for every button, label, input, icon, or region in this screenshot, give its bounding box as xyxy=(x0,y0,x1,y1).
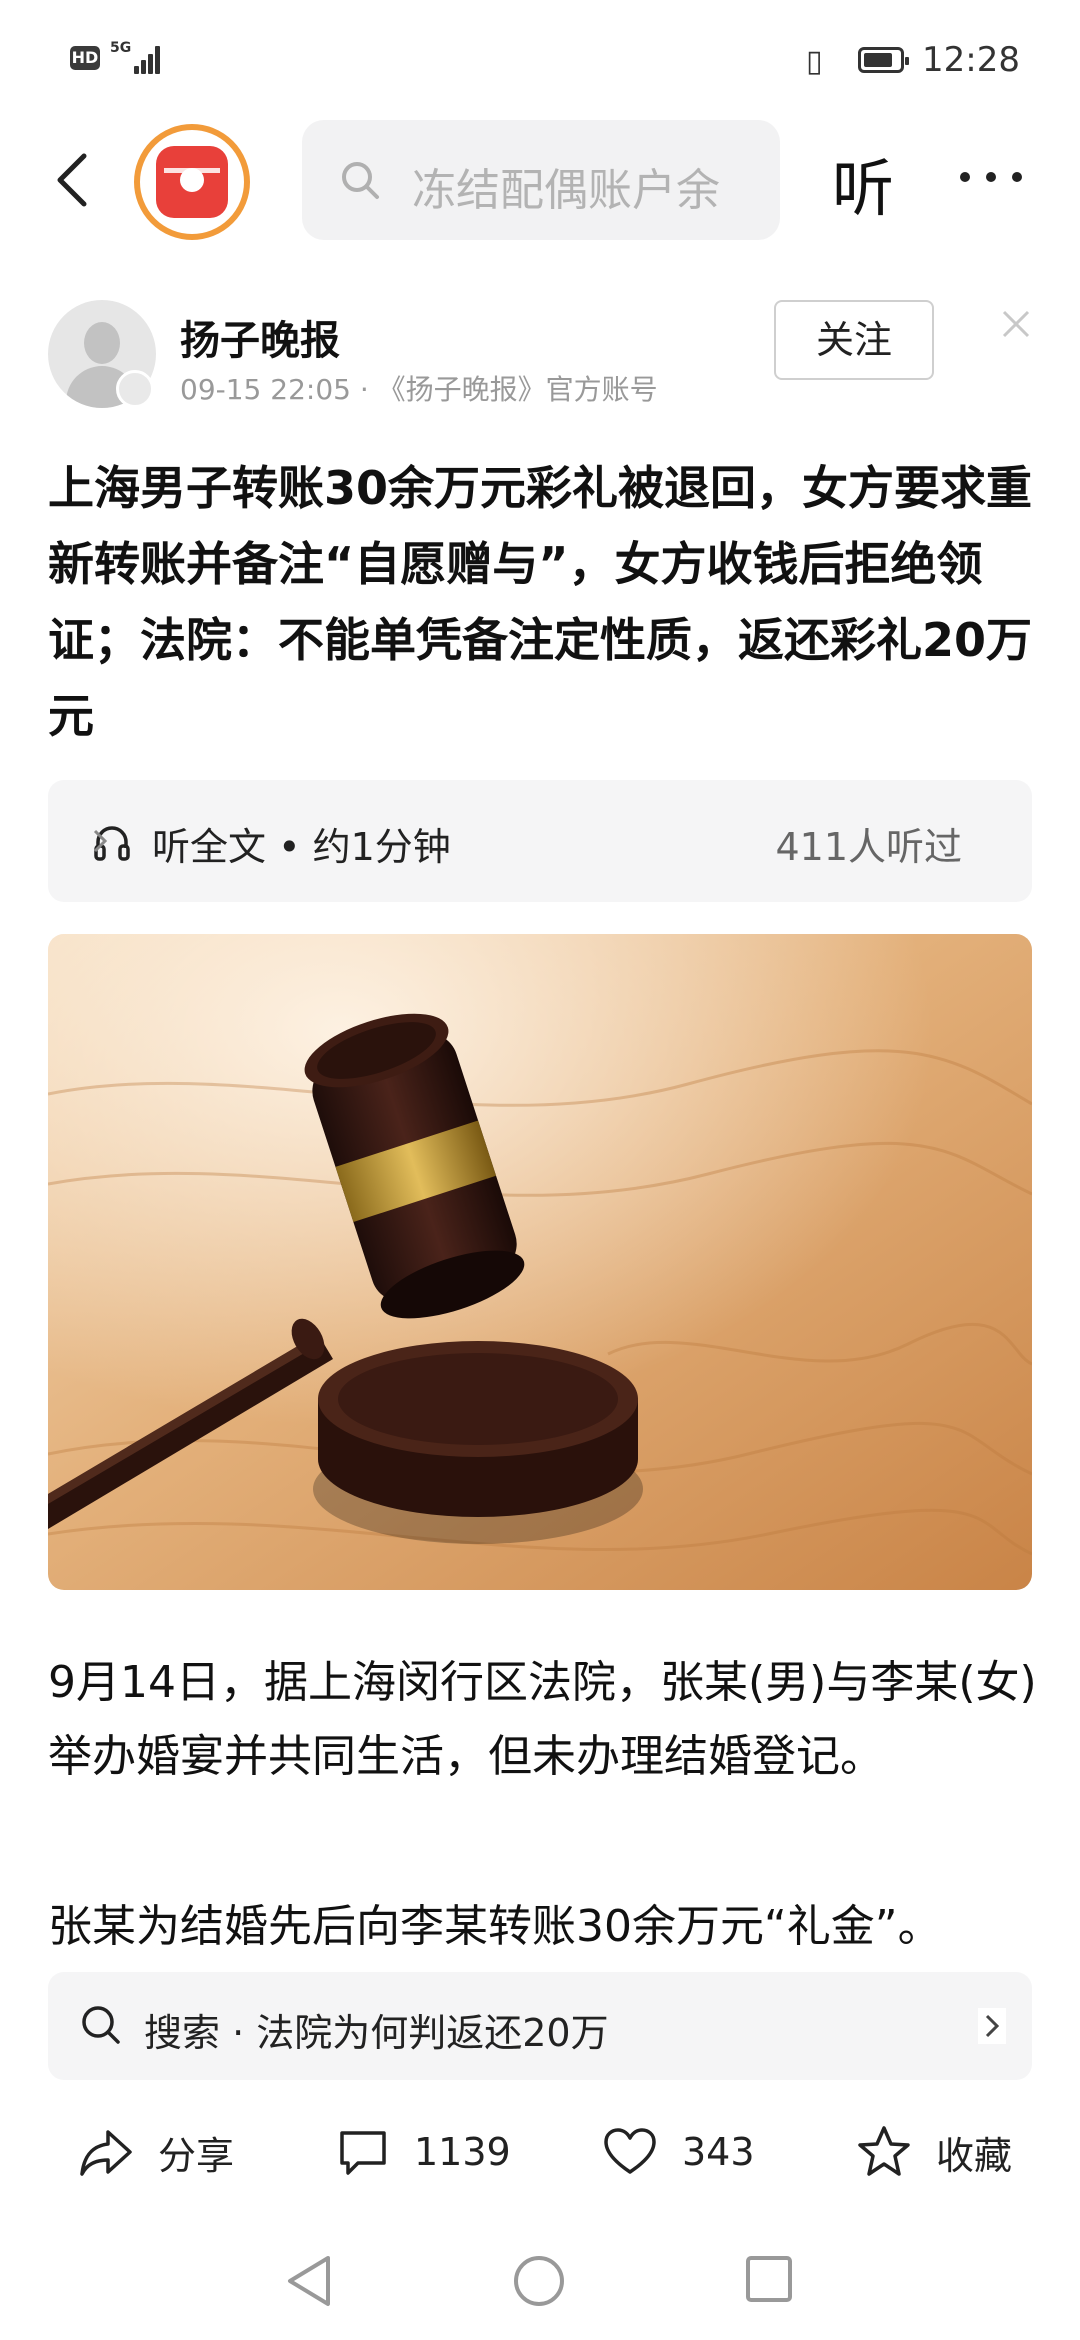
listen-count: 411人听过 xyxy=(775,825,962,869)
gavel-image xyxy=(48,934,1032,1590)
article-paragraph: 9月14日，据上海闵行区法院，张某(男)与李某(女)举办婚宴并共同生活，但未办理… xyxy=(48,1657,1037,1782)
comment-count: 1139 xyxy=(414,2130,511,2174)
vibrate-icon: ▯ xyxy=(806,44,823,79)
status-bar: HD 5G ▯ 12:28 xyxy=(0,0,1080,120)
system-nav-bar xyxy=(0,2232,1080,2340)
favorite-button[interactable]: 收藏 xyxy=(856,2112,1012,2192)
nav-home-icon[interactable] xyxy=(512,2254,566,2308)
comment-icon xyxy=(340,2131,386,2175)
close-icon xyxy=(1002,310,1030,338)
star-icon xyxy=(858,2126,910,2176)
search-bar[interactable]: 冻结配偶账户余 xyxy=(302,120,780,240)
search-icon xyxy=(342,162,379,199)
share-icon xyxy=(80,2130,132,2176)
heart-icon xyxy=(604,2128,656,2174)
listen-button[interactable]: 听 xyxy=(832,138,894,228)
app-logo-button[interactable] xyxy=(134,124,250,240)
clock: 12:28 xyxy=(922,40,1020,80)
like-button[interactable]: 343 xyxy=(602,2112,755,2192)
verified-badge xyxy=(116,370,154,408)
battery-icon xyxy=(858,47,909,73)
more-options-button[interactable] xyxy=(960,158,1030,198)
related-search-text: 搜索 · 法院为何判返还20万 xyxy=(144,2011,609,2055)
article-image[interactable] xyxy=(48,934,1032,1590)
chevron-right-icon xyxy=(93,829,108,853)
network-type: 5G xyxy=(110,40,132,56)
nav-recents-icon[interactable] xyxy=(744,2254,794,2304)
listen-full-bar[interactable]: 听全文 • 约1分钟 411人听过 xyxy=(48,780,1032,902)
listen-full-label: 听全文 • 约1分钟 xyxy=(152,825,451,869)
back-button[interactable] xyxy=(52,150,92,210)
hd-indicator: HD xyxy=(70,46,100,70)
close-button[interactable] xyxy=(1000,308,1032,340)
search-placeholder: 冻结配偶账户余 xyxy=(412,165,720,216)
article-title: 上海男子转账30余万元彩礼被退回，女方要求重新转账并备注“自愿赠与”，女方收钱后… xyxy=(48,461,1033,743)
red-envelope-icon xyxy=(156,146,228,218)
related-search-bar[interactable]: 搜索 · 法院为何判返还20万 xyxy=(48,1972,1032,2080)
follow-button[interactable]: 关注 xyxy=(774,300,934,380)
post-meta: 09-15 22:05 · 《扬子晚报》官方账号 xyxy=(180,373,658,406)
signal-icon xyxy=(134,44,164,74)
search-icon xyxy=(82,2006,120,2044)
author-name[interactable]: 扬子晚报 xyxy=(180,308,340,366)
back-arrow-icon xyxy=(57,153,87,207)
share-label: 分享 xyxy=(158,2133,235,2178)
favorite-label: 收藏 xyxy=(936,2133,1013,2178)
nav-back-icon[interactable] xyxy=(284,2254,334,2308)
chevron-right-icon xyxy=(978,2008,1006,2044)
article-paragraph: 张某为结婚先后向李某转账30余万元“礼金”。 xyxy=(48,1901,942,1952)
share-button[interactable]: 分享 xyxy=(78,2112,234,2192)
comment-button[interactable]: 1139 xyxy=(336,2112,511,2192)
like-count: 343 xyxy=(682,2130,755,2174)
